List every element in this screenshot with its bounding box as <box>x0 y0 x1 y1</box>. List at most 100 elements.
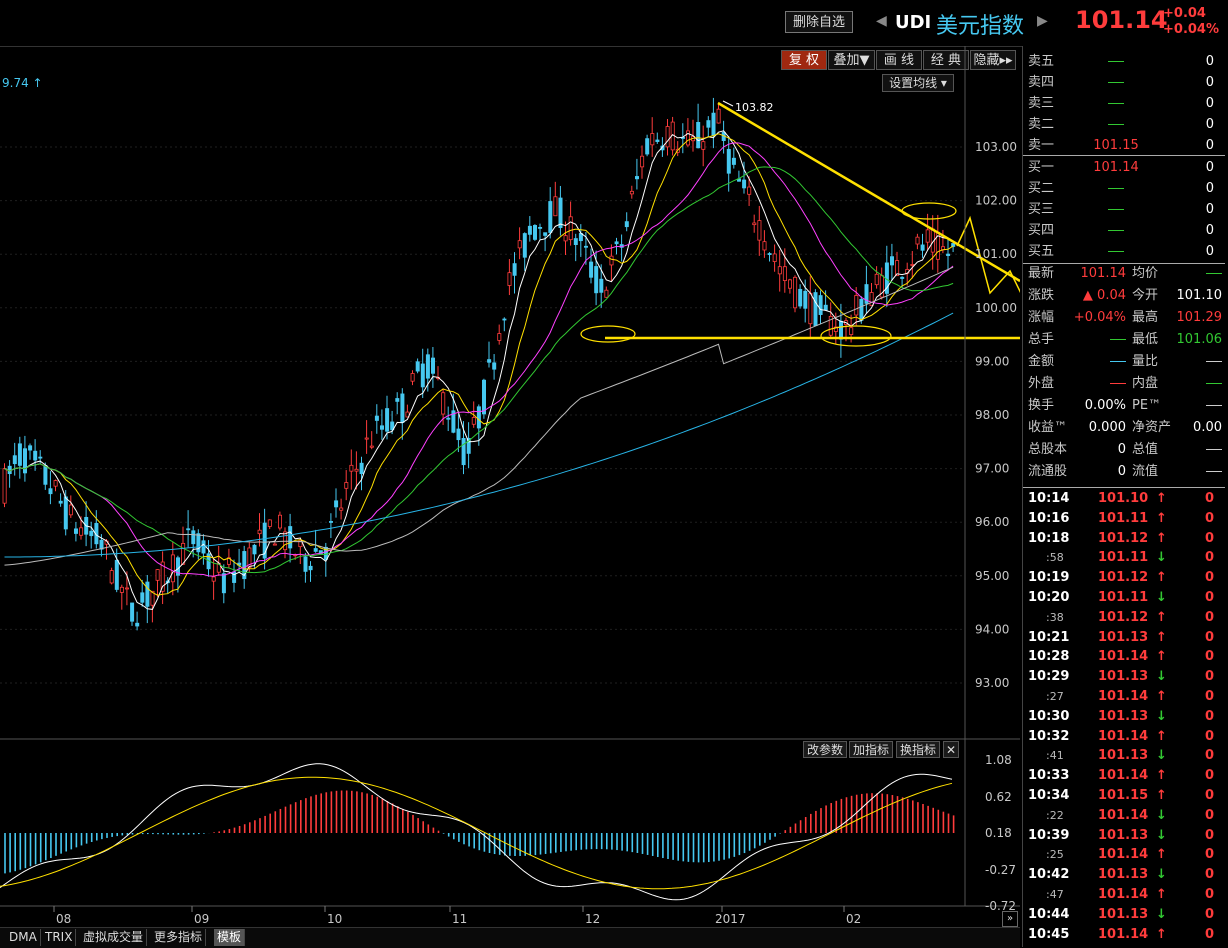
tab-dma[interactable]: DMA <box>6 929 41 946</box>
add-indicator-button[interactable]: 加指标 <box>849 741 893 758</box>
candle-body <box>379 425 384 430</box>
kline-chart[interactable]: 103.00 102.00 101.00 100.00 99.00 98.00 97.00 9… <box>0 46 1020 927</box>
time-tick: 09 <box>194 912 209 926</box>
candle-body <box>410 373 415 382</box>
level-label: 卖二 <box>1028 117 1055 132</box>
candle-body <box>471 417 476 425</box>
tab-template[interactable]: 模板 <box>214 929 246 946</box>
candle-body <box>788 279 793 289</box>
ask-row: 卖三 0 <box>1028 93 1224 114</box>
tick-time: 10:32 <box>1028 728 1070 744</box>
tick-volume: 0 <box>1204 609 1214 625</box>
tick-volume: 0 <box>1204 887 1214 902</box>
stat-label: 流值 <box>1132 464 1159 479</box>
candle-body <box>568 216 573 241</box>
candle-body <box>476 406 481 429</box>
candle-body <box>716 108 721 124</box>
stat-label: 今开 <box>1132 288 1159 303</box>
edit-params-button[interactable]: 改参数 <box>803 741 847 758</box>
high-price-label: 103.82 <box>735 101 774 114</box>
tick-volume: 0 <box>1204 708 1214 724</box>
stat-label: 总值 <box>1132 442 1159 457</box>
macd-tick: -0.27 <box>985 863 1016 877</box>
candle-body <box>553 196 558 217</box>
stat-label: 流通股 <box>1028 464 1068 479</box>
candle-body <box>512 263 517 276</box>
candle-body <box>145 581 150 607</box>
stat-label: 总手 <box>1028 332 1055 347</box>
trade-tick-row: 10:20 101.11 ↓ 0 <box>1028 588 1224 607</box>
candle-body <box>507 272 512 286</box>
tick-price: 101.14 <box>1098 649 1149 665</box>
tick-time: 10:16 <box>1028 510 1070 526</box>
macd-panel: 1.080.620.18-0.27-0.72 <box>0 753 1016 913</box>
tab-virtual-volume[interactable]: 虚拟成交量 <box>80 929 148 946</box>
candle-body <box>395 398 400 402</box>
delete-watchlist-button[interactable]: 删除自选 <box>785 11 853 33</box>
tick-price: 101.13 <box>1098 867 1149 883</box>
candle-body <box>191 530 196 545</box>
candle-body <box>7 465 12 475</box>
candle-body <box>563 235 568 242</box>
switch-indicator-button[interactable]: 换指标 <box>896 741 940 758</box>
candle-body <box>170 554 175 583</box>
up-arrow-icon: ↑ <box>1156 609 1167 625</box>
tick-price: 101.14 <box>1098 887 1149 902</box>
tick-volume: 0 <box>1204 867 1214 883</box>
candle-body <box>655 139 660 142</box>
candle-body <box>420 363 425 388</box>
prev-symbol-icon[interactable]: ◀ <box>876 13 887 29</box>
no-price-dash <box>1108 230 1124 231</box>
next-symbol-icon[interactable]: ▶ <box>1037 13 1048 29</box>
candle-body <box>89 530 94 537</box>
candle-body <box>38 456 43 459</box>
stat-value <box>1110 329 1126 350</box>
candle-body <box>303 556 308 572</box>
tick-time: 10:20 <box>1028 590 1070 605</box>
candle-body <box>757 220 762 241</box>
tick-price: 101.13 <box>1098 906 1149 922</box>
close-indicator-icon[interactable]: ✕ <box>943 741 959 758</box>
candle-body <box>339 507 344 511</box>
stat-value: 0 <box>1117 464 1126 479</box>
candle-body <box>701 141 706 150</box>
candle-body <box>900 276 905 279</box>
candle-body <box>548 201 553 233</box>
up-arrow-icon: ↑ <box>1156 530 1167 546</box>
level-volume: 0 <box>1205 181 1214 196</box>
down-arrow-icon: ↓ <box>1156 708 1167 724</box>
candle-body <box>920 244 925 251</box>
tab-trix[interactable]: TRIX <box>42 929 77 946</box>
price-tick: 102.00 <box>975 194 1017 208</box>
candle-body <box>313 548 318 552</box>
stat-value <box>1206 263 1222 284</box>
up-arrow-icon: ↑ <box>1156 570 1167 586</box>
tick-time: 10:21 <box>1028 629 1070 645</box>
up-arrow-icon: ↑ <box>1156 926 1167 942</box>
candle-body <box>782 266 787 281</box>
down-arrow-icon: ↓ <box>1156 550 1167 566</box>
candle-body <box>369 445 374 448</box>
stat-value: 0.00 <box>1193 420 1222 435</box>
top-circle <box>901 202 957 220</box>
price-tick: 96.00 <box>975 515 1009 529</box>
bottom-circle <box>820 325 892 347</box>
level-label: 买三 <box>1028 202 1055 217</box>
candle-body <box>441 392 446 415</box>
candle-body <box>696 121 701 149</box>
price-tick: 94.00 <box>975 622 1009 636</box>
symbol-name: 美元指数 <box>936 14 1025 39</box>
tab-more-indicators[interactable]: 更多指标 <box>151 929 207 946</box>
tick-volume: 0 <box>1204 689 1214 704</box>
candle-body <box>119 586 124 593</box>
level-volume: 0 <box>1205 223 1214 238</box>
trade-tick-row: 10:19 101.12 ↑ 0 <box>1028 568 1224 587</box>
bid-row: 买一 101.14 0 <box>1028 157 1224 178</box>
candle-body <box>12 455 17 465</box>
price-tick: 101.00 <box>975 247 1017 261</box>
expand-icon[interactable]: » <box>1002 911 1018 927</box>
change-value: +0.04 <box>1163 6 1206 21</box>
trade-tick-row: :38 101.12 ↑ 0 <box>1028 608 1224 627</box>
stat-value: 101.14 <box>1080 266 1127 281</box>
stat-value: 0.00% <box>1084 398 1126 413</box>
